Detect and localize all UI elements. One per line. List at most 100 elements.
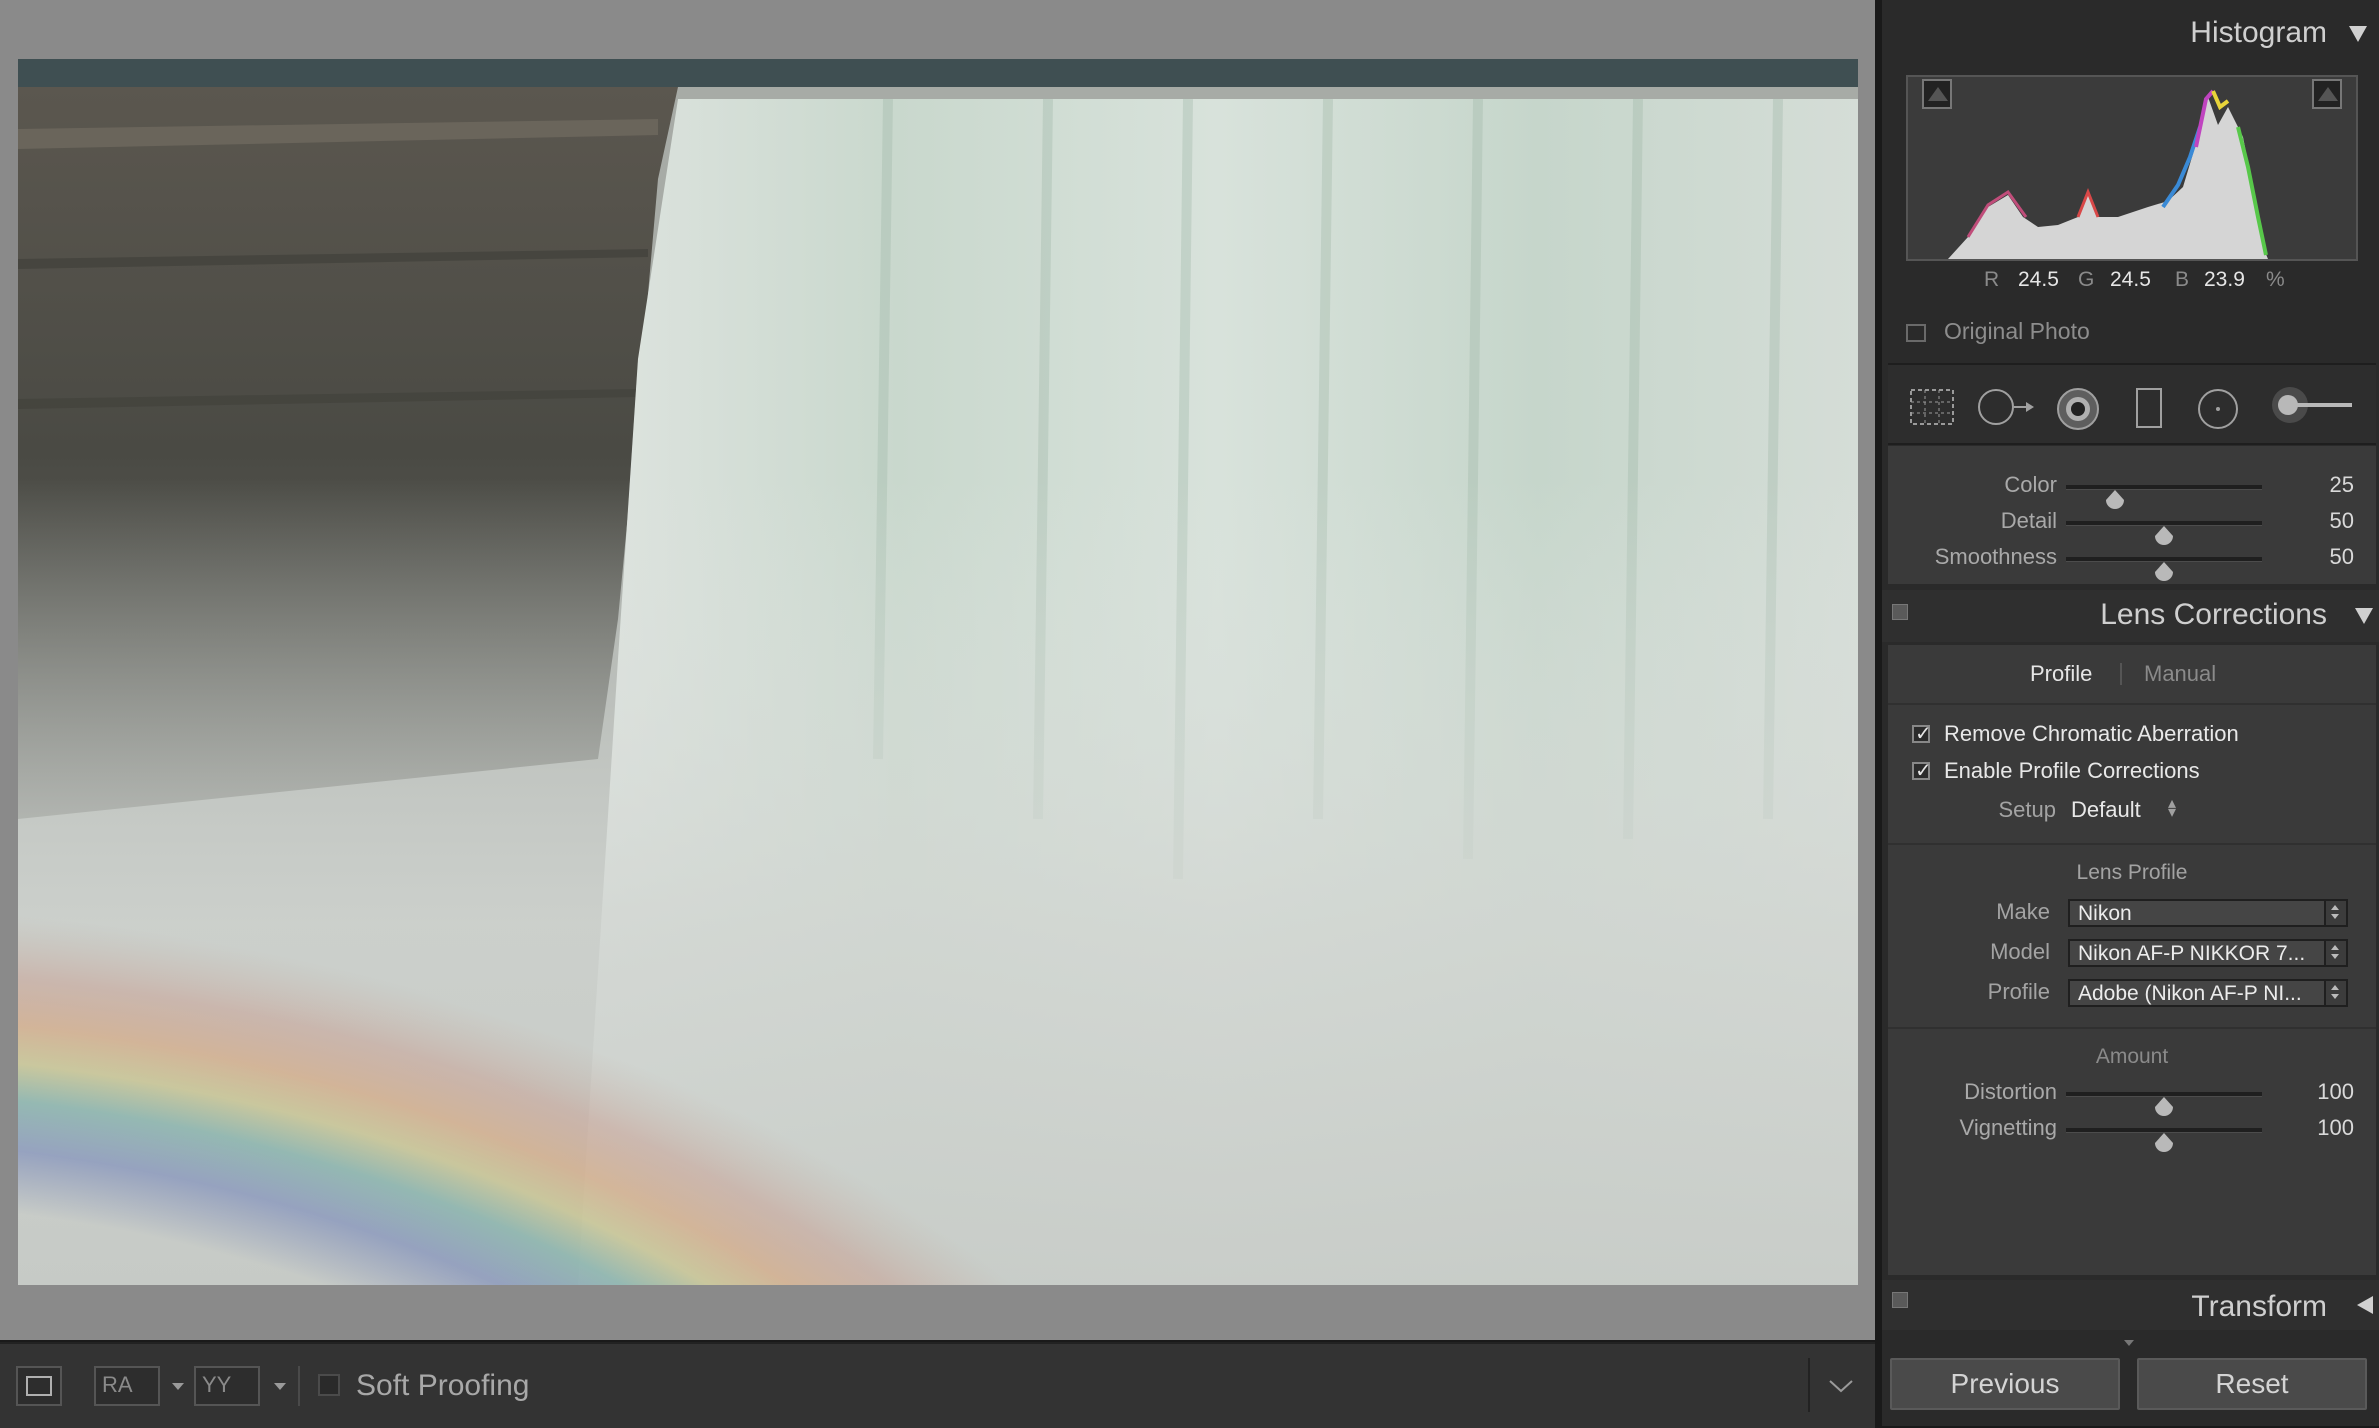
make-value: Nikon [2078,902,2132,925]
original-photo-label: Original Photo [1944,318,2090,344]
dropdown-arrows-icon [2324,981,2346,1005]
before-after-left-right-button[interactable]: RA [94,1366,160,1406]
spot-removal-icon[interactable] [1976,387,2036,427]
toolbar-content-chevron-icon[interactable] [1828,1378,1854,1394]
red-value: 24.5 [2018,268,2059,291]
bottom-buttons: Previous Reset [1882,1348,2379,1426]
panel-toggle-switch[interactable] [1892,604,1908,620]
lens-corrections-header[interactable]: Lens Corrections [1882,590,2379,642]
setup-stepper-icon[interactable]: ▴ ▾ [2168,796,2176,821]
green-label: G [2078,268,2095,291]
profile-value: Adobe (Nikon AF-P NI... [2078,982,2302,1005]
slider-label: Detail [2000,508,2057,533]
toolbar-divider [298,1366,300,1406]
slider-label: Vignetting [1959,1115,2057,1140]
red-eye-correction-icon[interactable] [2056,387,2100,431]
soft-proofing-checkbox[interactable] [318,1374,340,1396]
reset-button[interactable]: Reset [2137,1358,2367,1410]
bottom-toolbar: RA YY Soft Proofing [0,1342,1875,1428]
remove-chromatic-aberration-checkbox[interactable] [1912,721,1932,746]
lens-corrections-title: Lens Corrections [2100,598,2327,631]
model-value: Nikon AF-P NIKKOR 7... [2078,942,2306,965]
color-slider-row[interactable]: Color 25 [1888,470,2376,509]
before-after-dropdown-icon[interactable] [172,1383,184,1390]
previous-button[interactable]: Previous [1890,1358,2120,1410]
setup-label: Setup [1998,797,2057,822]
waterfall-rainbow-photo [18,59,1858,1285]
transform-title: Transform [2191,1290,2327,1323]
slider-thumb[interactable] [2155,1133,2173,1152]
slider-thumb[interactable] [2155,526,2173,545]
red-label: R [1984,268,2000,291]
make-dropdown[interactable]: Nikon [2068,899,2348,927]
slider-value[interactable]: 25 [2330,472,2354,498]
develop-right-panel: Histogram R 24.5 G 24.5 B 23.9 % Origina… [1880,0,2379,1426]
tab-profile[interactable]: Profile [2030,661,2092,687]
panel-end-marker-icon [2124,1340,2134,1346]
adjustment-brush-icon[interactable] [2268,383,2358,427]
loupe-icon [26,1376,52,1396]
histogram-header[interactable]: Histogram [1882,16,2379,56]
detail-slider-row[interactable]: Detail 50 [1888,506,2376,545]
slider-value[interactable]: 100 [2317,1115,2354,1141]
histogram-title: Histogram [2190,16,2327,49]
slider-label: Distortion [1964,1079,2057,1104]
slider-label: Color [2004,472,2057,497]
enable-profile-corrections-label: Enable Profile Corrections [1944,758,2200,783]
tool-strip [1888,363,2376,445]
image-viewer[interactable] [0,0,1875,1340]
setup-dropdown[interactable]: Default [2071,797,2141,823]
blue-value: 23.9 [2204,268,2245,291]
model-dropdown[interactable]: Nikon AF-P NIKKOR 7... [2068,939,2348,967]
loupe-view-button[interactable] [16,1366,62,1406]
before-after-top-bottom-button[interactable]: YY [194,1366,260,1406]
slider-thumb[interactable] [2155,1097,2173,1116]
histogram-graph[interactable] [1906,75,2358,261]
remove-chromatic-aberration-label: Remove Chromatic Aberration [1944,721,2239,746]
crop-overlay-icon[interactable] [1908,387,1956,427]
amount-heading: Amount [2095,1045,2169,1068]
before-after-label: YY [202,1372,232,1397]
green-value: 24.5 [2110,268,2151,291]
radial-filter-icon[interactable] [2196,387,2240,431]
before-after-label: RA [102,1372,133,1397]
before-after-swap-dropdown-icon[interactable] [274,1383,286,1390]
slider-track[interactable] [2066,1092,2262,1116]
slider-label: Smoothness [1934,544,2057,569]
slider-value[interactable]: 100 [2317,1079,2354,1105]
percent-label: % [2266,268,2285,291]
profile-dropdown[interactable]: Adobe (Nikon AF-P NI... [2068,979,2348,1007]
blue-label: B [2175,268,2190,291]
vignetting-slider-row[interactable]: Vignetting 100 [1888,1113,2376,1152]
slider-track[interactable] [2066,1128,2262,1152]
histogram-readout: R 24.5 G 24.5 B 23.9 % [1882,268,2379,298]
smoothness-slider-row[interactable]: Smoothness 50 [1888,542,2376,581]
noise-reduction-panel: Color 25 Detail 50 Smoothness 50 [1888,446,2376,584]
slider-track[interactable] [2066,557,2262,581]
slider-track[interactable] [2066,521,2262,545]
slider-track[interactable] [2066,485,2262,509]
lens-corrections-panel: Profile Manual Remove Chromatic Aberrati… [1888,645,2376,1275]
panel-toggle-switch[interactable] [1892,1292,1908,1308]
tab-manual[interactable]: Manual [2144,661,2216,687]
lens-corrections-tabs: Profile Manual [1888,661,2376,691]
original-photo-checkbox[interactable] [1906,324,1926,342]
soft-proofing-label: Soft Proofing [356,1369,530,1402]
tab-separator [2120,663,2122,685]
slider-value[interactable]: 50 [2330,544,2354,570]
histogram-curve [1908,89,2268,259]
distortion-slider-row[interactable]: Distortion 100 [1888,1077,2376,1116]
transform-header[interactable]: Transform [1882,1280,2379,1330]
slider-value[interactable]: 50 [2330,508,2354,534]
photo-preview[interactable] [18,59,1858,1285]
slider-thumb[interactable] [2106,490,2124,509]
divider [1888,703,2376,705]
collapse-triangle-icon[interactable] [2355,608,2373,624]
collapse-triangle-icon[interactable] [2349,26,2367,42]
expand-triangle-icon[interactable] [2357,1296,2373,1314]
profile-label: Profile [1987,979,2050,1004]
dropdown-arrows-icon [2324,901,2346,925]
enable-profile-corrections-checkbox[interactable] [1912,758,1932,783]
graduated-filter-icon[interactable] [2134,387,2164,429]
slider-thumb[interactable] [2155,562,2173,581]
